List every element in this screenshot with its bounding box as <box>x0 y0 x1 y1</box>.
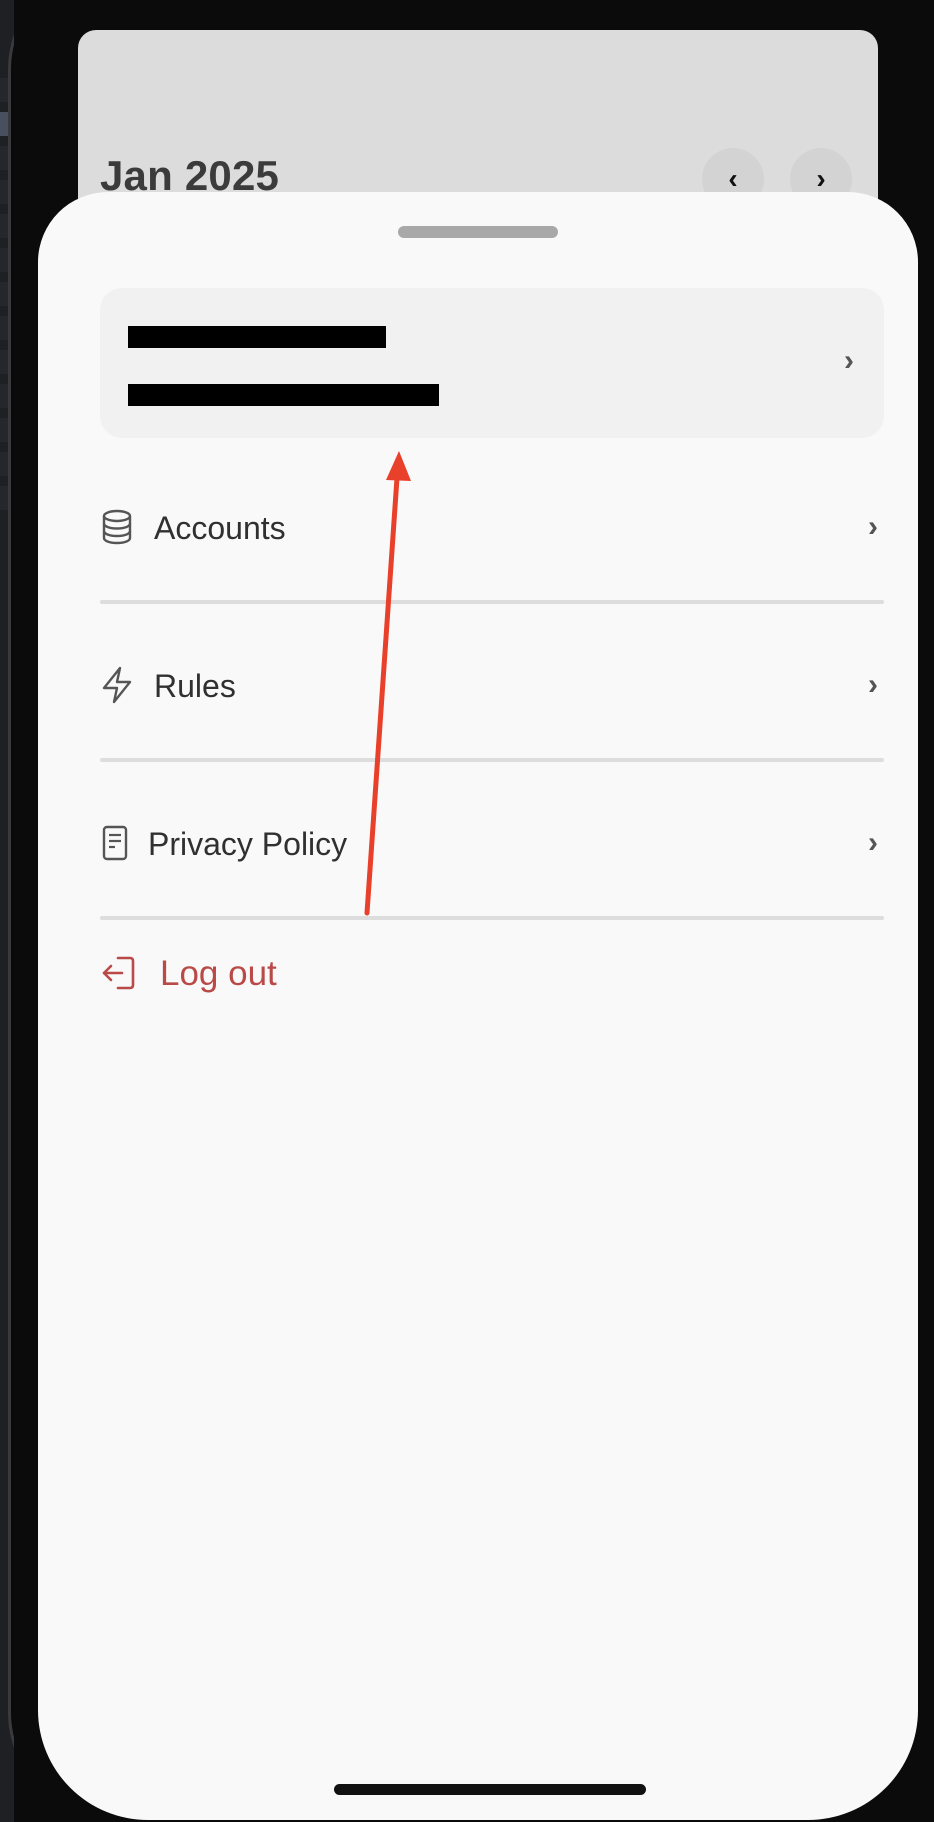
settings-bottom-sheet: redacted redacted › Accounts › R <box>38 192 918 1820</box>
lightning-icon <box>102 666 132 704</box>
profile-name-redacted: redacted <box>128 326 386 348</box>
logout-label: Log out <box>160 954 277 993</box>
database-icon <box>102 509 132 545</box>
chevron-right-icon: › <box>868 826 878 859</box>
logout-button[interactable]: Log out <box>100 944 400 1004</box>
sheet-grabber[interactable] <box>398 226 558 238</box>
phone-screen: Jan 2025 ‹ › redacted redacted › <box>14 0 934 1822</box>
menu-item-label: Accounts <box>154 510 286 546</box>
profile-email-redacted: redacted <box>128 384 439 406</box>
chevron-right-icon: › <box>816 163 826 194</box>
menu-divider <box>100 758 884 762</box>
home-indicator <box>334 1784 646 1795</box>
chevron-right-icon: › <box>844 344 854 377</box>
profile-card[interactable]: redacted redacted › <box>100 288 884 438</box>
menu-item-rules[interactable]: Rules › <box>100 626 884 746</box>
chevron-left-icon: ‹ <box>728 163 738 194</box>
menu-item-privacy-policy[interactable]: Privacy Policy › <box>100 784 884 904</box>
menu-item-label: Rules <box>154 668 236 704</box>
menu-divider <box>100 600 884 604</box>
menu-divider <box>100 916 884 920</box>
menu-item-accounts[interactable]: Accounts › <box>100 468 884 588</box>
menu-item-label: Privacy Policy <box>148 826 348 862</box>
logout-icon <box>102 956 135 990</box>
stage: Jan 2025 ‹ › redacted redacted › <box>0 0 934 1822</box>
chevron-right-icon: › <box>868 668 878 701</box>
chevron-right-icon: › <box>868 510 878 543</box>
document-icon <box>102 825 128 861</box>
